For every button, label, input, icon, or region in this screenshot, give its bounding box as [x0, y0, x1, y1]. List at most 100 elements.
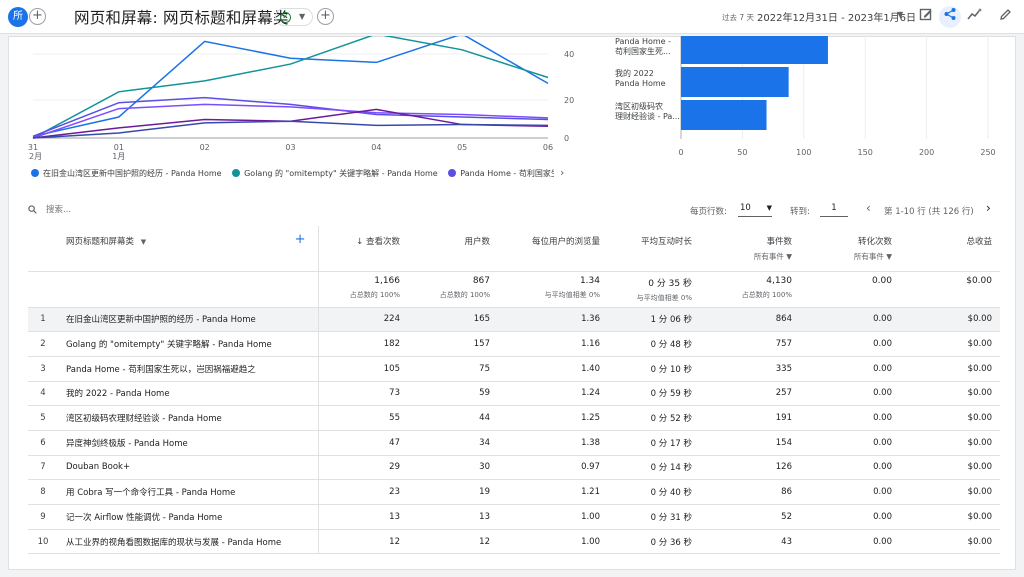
search-input[interactable] [46, 203, 246, 217]
x-tick-label: 02 [200, 143, 210, 152]
chevron-down-icon: ▼ [299, 12, 306, 21]
row-metric-cell: 23 [318, 479, 408, 505]
column-header-revenue[interactable]: 总收益 [900, 226, 1000, 272]
top-bar: 所 + 网页和屏幕: 网页标题和屏幕类 ✓ ▼ + 过去 7 天 2022年12… [0, 0, 1024, 34]
row-page-title[interactable]: Golang 的 "omitempty" 关键字略解 - Panda Home [58, 331, 319, 357]
row-page-title[interactable]: 在旧金山湾区更新中国护照的经历 - Panda Home [58, 307, 319, 333]
row-page-title[interactable]: 湾区初级码农理财经验谈 - Panda Home [58, 405, 319, 431]
row-metric-cell: 0 分 36 秒 [608, 529, 700, 555]
x-tick-label: 0 [678, 148, 683, 157]
add-dimension-icon[interactable]: + [295, 232, 306, 247]
bar[interactable] [681, 100, 767, 130]
legend-item[interactable]: Golang 的 "omitempty" 关键字略解 - Panda Home [232, 168, 438, 179]
x-tick-label: 04 [371, 143, 381, 152]
previous-page-icon[interactable]: ‹ [866, 201, 871, 215]
add-filter-button[interactable]: + [317, 8, 334, 25]
column-header-users[interactable]: 用户数 [408, 226, 498, 272]
row-metric-cell: 335 [700, 356, 800, 382]
total-percent: 占总数的 100% [741, 290, 792, 299]
row-metric-cell: 126 [700, 455, 800, 481]
dimension-header[interactable]: 网页标题和屏幕类 ▼ + [28, 226, 319, 272]
property-avatar[interactable]: 所 [8, 7, 28, 27]
column-header-engagement-time[interactable]: 平均互动时长 [608, 226, 700, 272]
table-row[interactable]: 5 湾区初级码农理财经验谈 - Panda Home 55 44 1.25 0 分 52 … [28, 405, 1000, 431]
column-header-conversions[interactable]: 转化次数 所有事件 ▼ [800, 226, 900, 272]
goto-page-input[interactable]: 1 [820, 203, 848, 217]
row-metric-cell: $0.00 [900, 504, 1000, 530]
row-metric-cell: 154 [700, 430, 800, 456]
table-row[interactable]: 2 Golang 的 "omitempty" 关键字略解 - Panda Home… [28, 331, 1000, 357]
event-filter-dropdown[interactable]: 所有事件 ▼ [808, 251, 892, 262]
row-metric-cell: 19 [408, 479, 498, 505]
total-cell: 1,166 占总数的 100% [318, 271, 408, 308]
category-label: 我的 2022 Panda Home [615, 68, 666, 88]
row-metric-cell: 1.00 [498, 529, 608, 555]
table-row[interactable]: 8用 Cobra 写一个命令行工具 - Panda Home 23 19 1.21 0 … [28, 479, 1000, 505]
row-metric-cell: 0 分 40 秒 [608, 479, 700, 505]
table-row[interactable]: 7 Douban Book+ 29 30 0.97 0 分 14 秒 126 0.00 $0.0… [28, 455, 1000, 481]
table-row[interactable]: 6 异度神剑终极版 - Panda Home 47 34 1.38 0 分 17 秒 154… [28, 430, 1000, 456]
row-metric-cell: 0.00 [800, 307, 900, 333]
table-row[interactable]: 10 从工业界的视角看图数据库的现状与发展 - Panda Home 12 12 1.0… [28, 529, 1000, 555]
total-cell: $0.00 [900, 271, 1000, 308]
event-filter-label: 所有事件 [753, 252, 784, 261]
bar-chart-x-ticks: 0 50 100 150 200 250 [678, 148, 995, 157]
share-icon[interactable] [939, 6, 961, 28]
series-line[interactable] [32, 36, 549, 139]
total-cell: 0 分 35 秒与平均值相差 0% [608, 271, 700, 308]
row-index: 2 [28, 331, 58, 357]
x-tick-label: 200 [919, 148, 934, 157]
bar[interactable] [681, 67, 789, 97]
customize-report-icon[interactable] [915, 6, 937, 28]
row-metric-cell: 1.24 [498, 381, 608, 407]
insights-icon[interactable] [964, 6, 986, 28]
column-header-events[interactable]: 事件数所有事件 ▼ [700, 226, 800, 272]
legend-next-icon[interactable]: › [560, 166, 564, 179]
row-metric-cell: 0 分 31 秒 [608, 504, 700, 530]
date-range-picker[interactable]: 2022年12月31日 - 2023年1月6日 [757, 9, 916, 24]
table-row[interactable]: 3 Panda Home - 苟利国家生死以，岂因祸福避趋之 105 75 1.40 0 … [28, 356, 1000, 382]
add-comparison-button[interactable]: + [29, 8, 46, 25]
row-page-title[interactable]: 从工业界的视角看图数据库的现状与发展 - Panda Home [58, 529, 319, 555]
row-metric-cell: 1.00 [498, 504, 608, 530]
edit-icon[interactable] [994, 6, 1016, 28]
x-tick-label: 06 [543, 143, 553, 152]
table-body: 1 在旧金山湾区更新中国护照的经历 - Panda Home 224 165 1.36 1… [28, 307, 1000, 555]
search-icon [28, 205, 37, 214]
next-page-icon[interactable]: › [986, 201, 991, 215]
legend-item[interactable]: Panda Home - 苟利国家生死以 [448, 168, 554, 179]
rows-per-page-select[interactable]: 10 ▼ [738, 203, 772, 217]
bar[interactable] [681, 36, 828, 64]
report-status-dropdown[interactable]: ✓ ▼ [275, 8, 313, 26]
legend-item[interactable]: 在旧金山湾区更新中国护照的经历 - Panda Home [31, 168, 222, 179]
row-page-title[interactable]: Panda Home - 苟利国家生死以，岂因祸福避趋之 [58, 356, 319, 382]
row-page-title[interactable]: 异度神剑终极版 - Panda Home [58, 430, 319, 456]
series-line[interactable] [32, 96, 549, 138]
rows-per-page-label: 每页行数: [690, 207, 727, 217]
chevron-down-icon[interactable]: ▼ [141, 238, 146, 246]
column-label: 事件数 [766, 237, 792, 247]
row-page-title[interactable]: 用 Cobra 写一个命令行工具 - Panda Home [58, 479, 319, 505]
column-header-views[interactable]: ↓ 查看次数 [318, 226, 408, 272]
line-chart-x-ticks: 3112月 011月 02 03 04 05 06 [28, 143, 553, 161]
row-metric-cell: 0.00 [800, 430, 900, 456]
event-filter-dropdown[interactable]: 所有事件 ▼ [708, 251, 792, 262]
row-metric-cell: 0 分 48 秒 [608, 331, 700, 357]
table-row[interactable]: 1 在旧金山湾区更新中国护照的经历 - Panda Home 224 165 1.36 1… [28, 307, 1000, 333]
table-row[interactable]: 4 我的 2022 - Panda Home 73 59 1.24 0 分 59 秒 257… [28, 381, 1000, 407]
row-metric-cell: $0.00 [900, 529, 1000, 555]
table-row[interactable]: 9 记一次 Airflow 性能调优 - Panda Home 13 13 1.00 0 … [28, 504, 1000, 530]
x-tick-label: 250 [980, 148, 995, 157]
legend-label: 在旧金山湾区更新中国护照的经历 - Panda Home [43, 169, 222, 178]
chevron-down-icon[interactable]: ▼ [897, 10, 903, 19]
row-page-title[interactable]: Douban Book+ [58, 455, 319, 481]
row-metric-cell: 30 [408, 455, 498, 481]
column-header-views-per-user[interactable]: 每位用户的浏览量 [498, 226, 608, 272]
bar-chart: Panda Home -苟利国家生死... 我的 2022 Panda Home 湾区… [615, 36, 996, 157]
row-metric-cell: 13 [318, 504, 408, 530]
total-value: 867 [472, 275, 490, 286]
line-chart: 3112月 011月 02 03 04 05 06 0 20 40 [28, 36, 574, 161]
row-metric-cell: 0.00 [800, 331, 900, 357]
row-page-title[interactable]: 我的 2022 - Panda Home [58, 381, 319, 407]
row-page-title[interactable]: 记一次 Airflow 性能调优 - Panda Home [58, 504, 319, 530]
